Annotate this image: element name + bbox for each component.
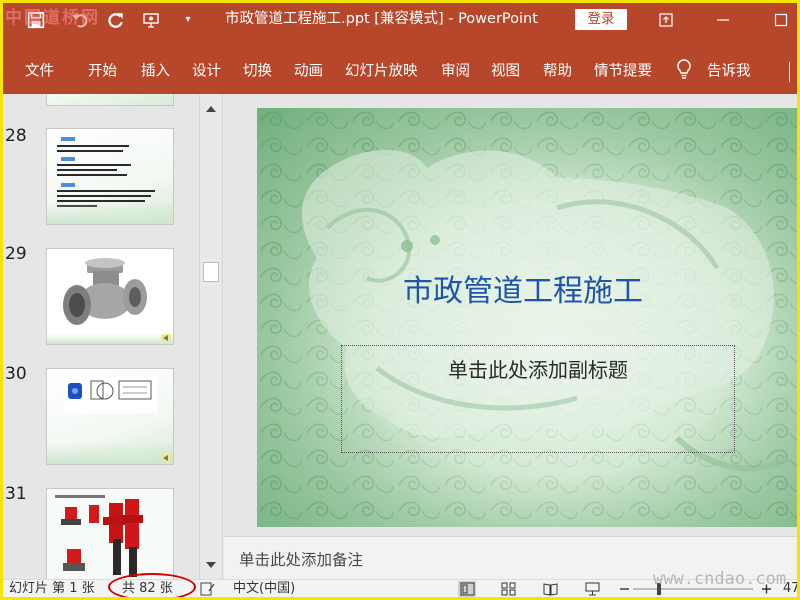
login-button[interactable]: 登录 bbox=[575, 9, 627, 30]
normal-view-icon[interactable] bbox=[458, 581, 476, 597]
slide-thumbnail[interactable] bbox=[46, 368, 174, 465]
slide-thumbnail-pane: 28 29 30 31 bbox=[3, 94, 223, 579]
subtitle-placeholder[interactable]: 单击此处添加副标题 bbox=[341, 345, 735, 453]
redo-icon[interactable] bbox=[105, 9, 127, 31]
tab-view[interactable]: 视图 bbox=[491, 60, 520, 81]
thumb-text-line bbox=[57, 174, 127, 176]
scroll-thumb[interactable] bbox=[203, 262, 219, 282]
thumb-heading-mark bbox=[61, 183, 75, 187]
hydrant-image bbox=[47, 489, 173, 579]
slide-thumbnail[interactable] bbox=[46, 128, 174, 225]
tab-review[interactable]: 审阅 bbox=[441, 60, 470, 81]
thumb-background-decoration bbox=[47, 202, 173, 224]
reading-view-icon[interactable] bbox=[541, 581, 559, 597]
zoom-out-icon[interactable] bbox=[615, 581, 633, 597]
thumb-background-decoration bbox=[47, 334, 173, 344]
slide-thumbnail[interactable] bbox=[46, 94, 174, 106]
thumb-text-line bbox=[57, 190, 155, 192]
minimize-icon[interactable] bbox=[703, 3, 743, 36]
tab-design[interactable]: 设计 bbox=[192, 60, 221, 81]
tab-storyboarding[interactable]: 情节提要 bbox=[594, 60, 652, 81]
thumb-heading-mark bbox=[61, 137, 75, 141]
thumb-heading-mark bbox=[61, 157, 75, 161]
slide-thumbnail[interactable] bbox=[46, 488, 174, 579]
annotation-circle bbox=[108, 573, 196, 597]
dragon-background-art bbox=[257, 108, 797, 527]
tab-insert[interactable]: 插入 bbox=[141, 60, 170, 81]
slide-sorter-icon[interactable] bbox=[499, 581, 517, 597]
slideshow-view-icon[interactable] bbox=[583, 581, 601, 597]
slide-thumbnail[interactable] bbox=[46, 248, 174, 345]
ribbon-display-options-icon[interactable] bbox=[646, 3, 686, 36]
slide-number: 29 bbox=[5, 244, 27, 264]
thumb-text-line bbox=[57, 169, 117, 171]
title-bar: ▾ 市政管道工程施工.ppt [兼容模式] - PowerPoint 登录 bbox=[3, 3, 797, 36]
slide-title[interactable]: 市政管道工程施工 bbox=[257, 266, 797, 310]
valve-image bbox=[47, 249, 173, 344]
powerpoint-window: 中国道桥网 ▾ 市政管道工程施工.ppt [兼容模式] - PowerPoint… bbox=[3, 3, 797, 597]
thumb-text-line bbox=[57, 150, 123, 152]
customize-toolbar-icon[interactable]: ▾ bbox=[177, 9, 199, 31]
slide-position: 幻灯片 第 1 张 bbox=[9, 581, 95, 596]
slide-editor: 市政管道工程施工 单击此处添加副标题 单击此处添加备注 bbox=[224, 94, 797, 579]
animation-marker-icon bbox=[161, 454, 171, 462]
scroll-down-icon[interactable] bbox=[204, 558, 218, 572]
tab-file[interactable]: 文件 bbox=[25, 60, 54, 81]
slide-number: 28 bbox=[5, 126, 27, 146]
present-from-start-icon[interactable] bbox=[141, 9, 163, 31]
thumbnail-scrollbar[interactable] bbox=[199, 94, 221, 579]
slide-number: 30 bbox=[5, 364, 27, 384]
tell-me-search[interactable]: 告诉我 bbox=[707, 60, 751, 81]
thumb-text-line bbox=[57, 145, 129, 147]
ribbon-tabs: 文件 开始 插入 设计 切换 动画 幻灯片放映 审阅 视图 帮助 情节提要 告诉… bbox=[3, 36, 797, 94]
thumb-text-line bbox=[57, 164, 131, 166]
scroll-up-icon[interactable] bbox=[204, 102, 218, 116]
tab-slideshow[interactable]: 幻灯片放映 bbox=[345, 60, 418, 81]
language-indicator[interactable]: 中文(中国) bbox=[233, 580, 295, 597]
animation-marker-icon bbox=[161, 334, 171, 342]
tab-home[interactable]: 开始 bbox=[88, 60, 117, 81]
window-title: 市政管道工程施工.ppt [兼容模式] - PowerPoint bbox=[225, 11, 538, 27]
thumb-text-line bbox=[57, 195, 151, 197]
notes-placeholder: 单击此处添加备注 bbox=[239, 551, 364, 569]
tab-transitions[interactable]: 切换 bbox=[243, 60, 272, 81]
spelling-check-icon[interactable] bbox=[198, 581, 216, 597]
tab-animations[interactable]: 动画 bbox=[294, 60, 323, 81]
site-url-watermark: www.cndao.com bbox=[653, 569, 787, 589]
ribbon-divider bbox=[789, 62, 797, 82]
site-watermark: 中国道桥网 bbox=[5, 8, 100, 28]
current-slide[interactable]: 市政管道工程施工 单击此处添加副标题 bbox=[257, 108, 797, 527]
maximize-icon[interactable] bbox=[761, 3, 797, 36]
thumb-background-decoration bbox=[47, 442, 173, 464]
tab-help[interactable]: 帮助 bbox=[543, 60, 572, 81]
subtitle-placeholder-text: 单击此处添加副标题 bbox=[448, 358, 628, 382]
slide-number: 31 bbox=[5, 484, 27, 504]
lightbulb-icon[interactable] bbox=[675, 57, 693, 81]
